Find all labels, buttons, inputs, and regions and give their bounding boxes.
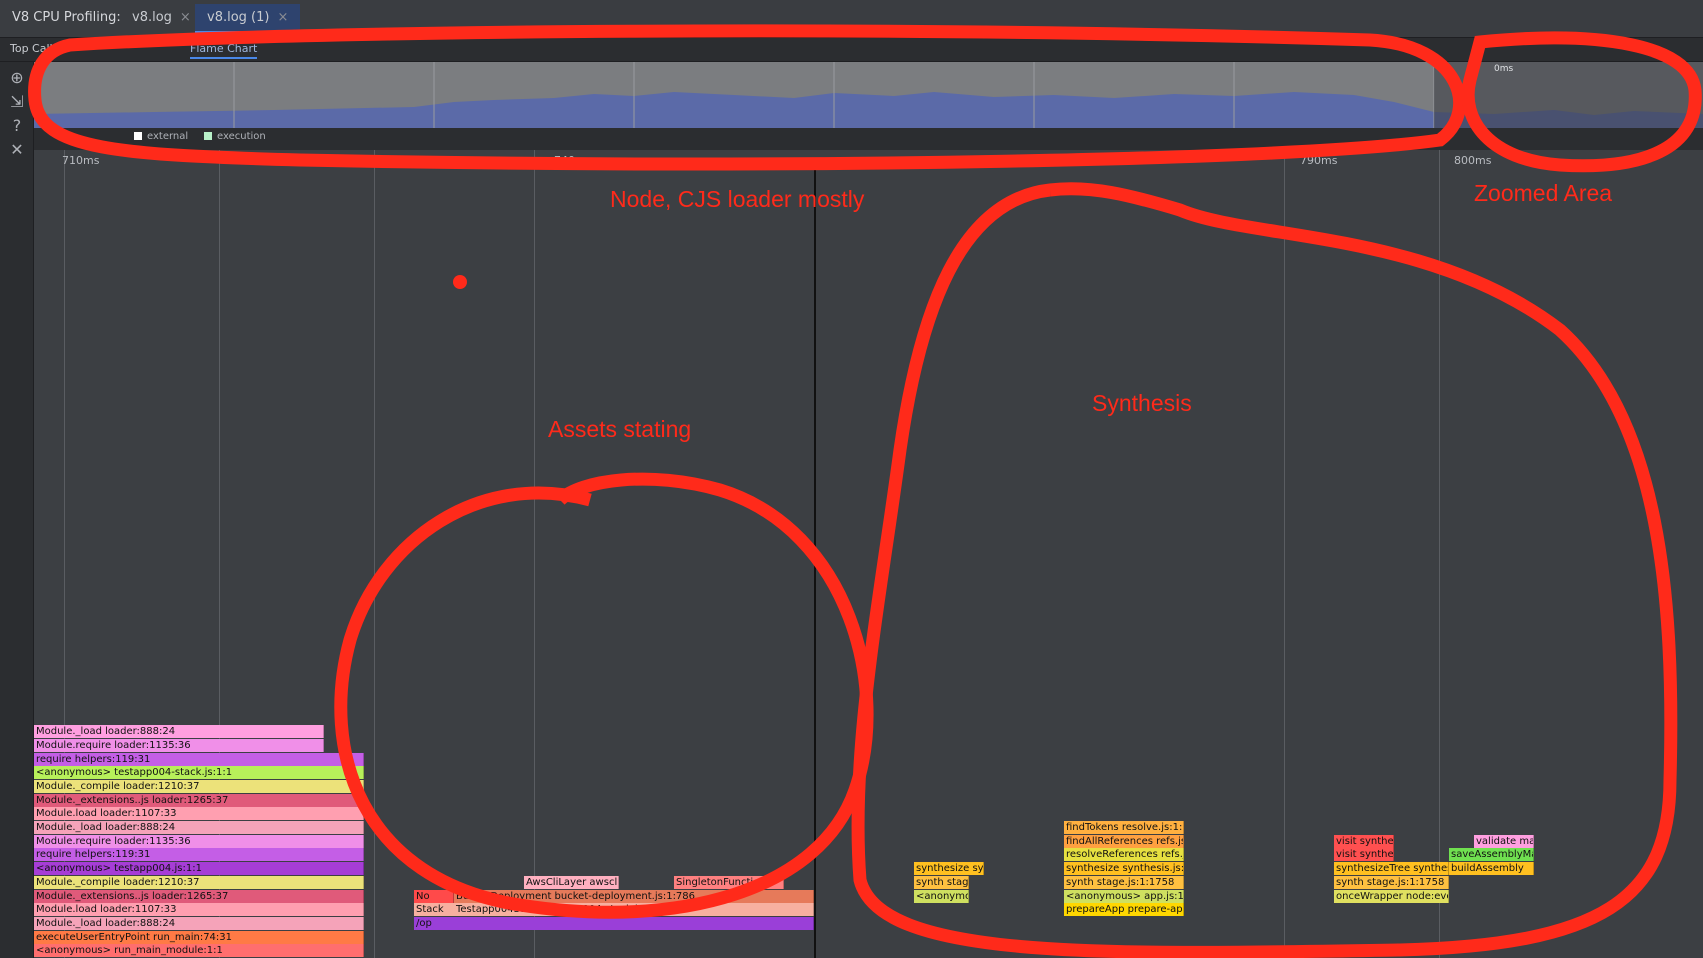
help-icon[interactable]: ? bbox=[7, 116, 27, 136]
flame-frame[interactable]: <anonymous> app.js:1:1439 bbox=[1064, 889, 1184, 903]
tab-v8-log[interactable]: v8.log × bbox=[120, 4, 203, 34]
flame-frame[interactable]: <anonymous> testapp004.js:1:1 bbox=[34, 862, 364, 876]
overview-tick: 0ms bbox=[1494, 64, 1514, 74]
flame-frame[interactable]: /op bbox=[414, 916, 814, 930]
time-tick: 790ms bbox=[1300, 154, 1338, 167]
tab-v8-log-1[interactable]: v8.log (1) × bbox=[195, 4, 301, 34]
flame-frame[interactable]: require helpers:119:31 bbox=[34, 752, 364, 766]
flame-frame[interactable]: prepareApp prepare-app.js:1:2 bbox=[1064, 903, 1184, 917]
gridline bbox=[534, 150, 535, 958]
gridline bbox=[1284, 150, 1285, 958]
flame-frame[interactable]: Testapp004Stack testapp004-stack.js:16:1… bbox=[454, 903, 814, 917]
flame-frame[interactable]: validate manife bbox=[1474, 834, 1534, 848]
flame-frame[interactable]: Module._load loader:888:24 bbox=[34, 725, 324, 739]
flame-frame[interactable]: executeUserEntryPoint run_main:74:31 bbox=[34, 930, 364, 944]
flame-chart[interactable]: 710ms 720ms 730ms 740ms 790ms 800ms <ano… bbox=[34, 150, 1703, 958]
flame-frame[interactable]: buildAssembly bbox=[1449, 862, 1534, 876]
flame-frame[interactable]: Module.load loader:1107:33 bbox=[34, 807, 364, 821]
legend-external: external bbox=[134, 131, 188, 142]
tab-label: v8.log bbox=[132, 10, 172, 25]
flame-frame[interactable]: <anonymous> app.js:1:1439 bbox=[914, 889, 969, 903]
app-title: V8 CPU Profiling: bbox=[12, 10, 121, 25]
flame-frame[interactable]: Module.load loader:1107:33 bbox=[34, 903, 364, 917]
flame-frame[interactable]: Module._compile loader:1210:37 bbox=[34, 779, 364, 793]
flame-frame[interactable]: visit synthesis.js:4:22 bbox=[1334, 834, 1394, 848]
annotation-synthesis: Synthesis bbox=[1092, 390, 1192, 416]
flame-frame[interactable]: BucketDeployment bucket-deployment.js:1:… bbox=[454, 889, 814, 903]
time-cursor bbox=[814, 170, 816, 958]
close-icon[interactable]: ✕ bbox=[7, 140, 27, 160]
annotation-node-loader: Node, CJS loader mostly bbox=[610, 186, 865, 212]
flame-frame[interactable]: SingletonFunction bbox=[674, 875, 784, 889]
flame-frame[interactable]: synthesize synthesis.js:1:765 bbox=[914, 862, 984, 876]
flame-frame[interactable]: findTokens resolve.js:1:3526 bbox=[1064, 821, 1184, 834]
tab-top-calls[interactable]: Top Calls bbox=[10, 42, 58, 55]
flame-frame[interactable]: Module._load loader:888:24 bbox=[34, 916, 364, 930]
close-icon[interactable]: × bbox=[180, 10, 191, 25]
legend: external execution bbox=[34, 128, 1703, 148]
flame-frame[interactable]: synth stage.js:1:1758 bbox=[1064, 875, 1184, 889]
flame-frame[interactable]: require helpers:119:31 bbox=[34, 848, 364, 862]
annotation-assets-stating: Assets stating bbox=[548, 416, 692, 442]
export-icon[interactable]: ⇲ bbox=[7, 92, 27, 112]
flame-frame[interactable]: findAllReferences refs.js:1:350 bbox=[1064, 834, 1184, 848]
gridline bbox=[1439, 150, 1440, 958]
flame-frame[interactable]: Module._compile loader:1210:37 bbox=[34, 875, 364, 889]
annotation-zoomed-area: Zoomed Area bbox=[1474, 180, 1613, 206]
flame-frame[interactable]: onceWrapper node:events:623:21 bbox=[1334, 889, 1449, 903]
legend-execution: execution bbox=[204, 131, 266, 142]
flame-frame[interactable]: synthesizeTree synthesis.js:1:765 bbox=[1334, 862, 1449, 876]
flame-frame[interactable]: Module.require loader:1135:36 bbox=[34, 834, 364, 848]
overview-area-chart bbox=[34, 62, 1703, 128]
flame-frame[interactable]: synth stage.js:1:1758 bbox=[914, 875, 969, 889]
flame-frame[interactable]: No bbox=[414, 889, 454, 903]
tab-label: v8.log (1) bbox=[207, 10, 270, 25]
overview-timeline[interactable]: 0ms bbox=[34, 62, 1703, 128]
flame-frame[interactable]: Module.require loader:1135:36 bbox=[34, 738, 324, 752]
close-icon[interactable]: × bbox=[277, 10, 288, 25]
time-tick: 710ms bbox=[62, 154, 100, 167]
time-tick: 740ms bbox=[554, 154, 592, 167]
flame-frame[interactable]: Module._load loader:888:24 bbox=[34, 821, 364, 834]
flame-frame[interactable]: synthesize synthesis.js:1:765 bbox=[1064, 862, 1184, 876]
zoom-in-icon[interactable]: ⊕ bbox=[7, 68, 27, 88]
title-bar: V8 CPU Profiling: v8.log × v8.log (1) × bbox=[0, 0, 1703, 38]
flame-frame[interactable]: visit synthesis.js:4:22 bbox=[1334, 848, 1394, 862]
view-tabs: Top Calls Flame Chart bbox=[0, 38, 1703, 62]
flame-frame[interactable]: Module._extensions..js loader:1265:37 bbox=[34, 793, 364, 807]
flame-frame[interactable]: <anonymous> testapp004-stack.js:1:1 bbox=[34, 766, 364, 780]
time-tick: 800ms bbox=[1454, 154, 1492, 167]
time-tick: 730ms bbox=[390, 154, 428, 167]
gridline bbox=[374, 150, 375, 958]
tool-strip: ⊕ ⇲ ? ✕ bbox=[0, 62, 34, 958]
flame-frame[interactable]: <anonymous> run_main_module:1:1 bbox=[34, 944, 364, 958]
flame-frame[interactable]: synth stage.js:1:1758 bbox=[1334, 875, 1449, 889]
flame-frame[interactable]: resolveReferences refs.js:1:899 bbox=[1064, 848, 1184, 862]
flame-frame[interactable]: saveAssemblyManife bbox=[1449, 848, 1534, 862]
flame-frame[interactable]: Module._extensions..js loader:1265:37 bbox=[34, 889, 364, 903]
flame-frame[interactable]: AwsCliLayer awscli-layer.js bbox=[524, 875, 619, 889]
tab-flame-chart[interactable]: Flame Chart bbox=[190, 42, 258, 59]
time-tick: 720ms bbox=[226, 154, 264, 167]
